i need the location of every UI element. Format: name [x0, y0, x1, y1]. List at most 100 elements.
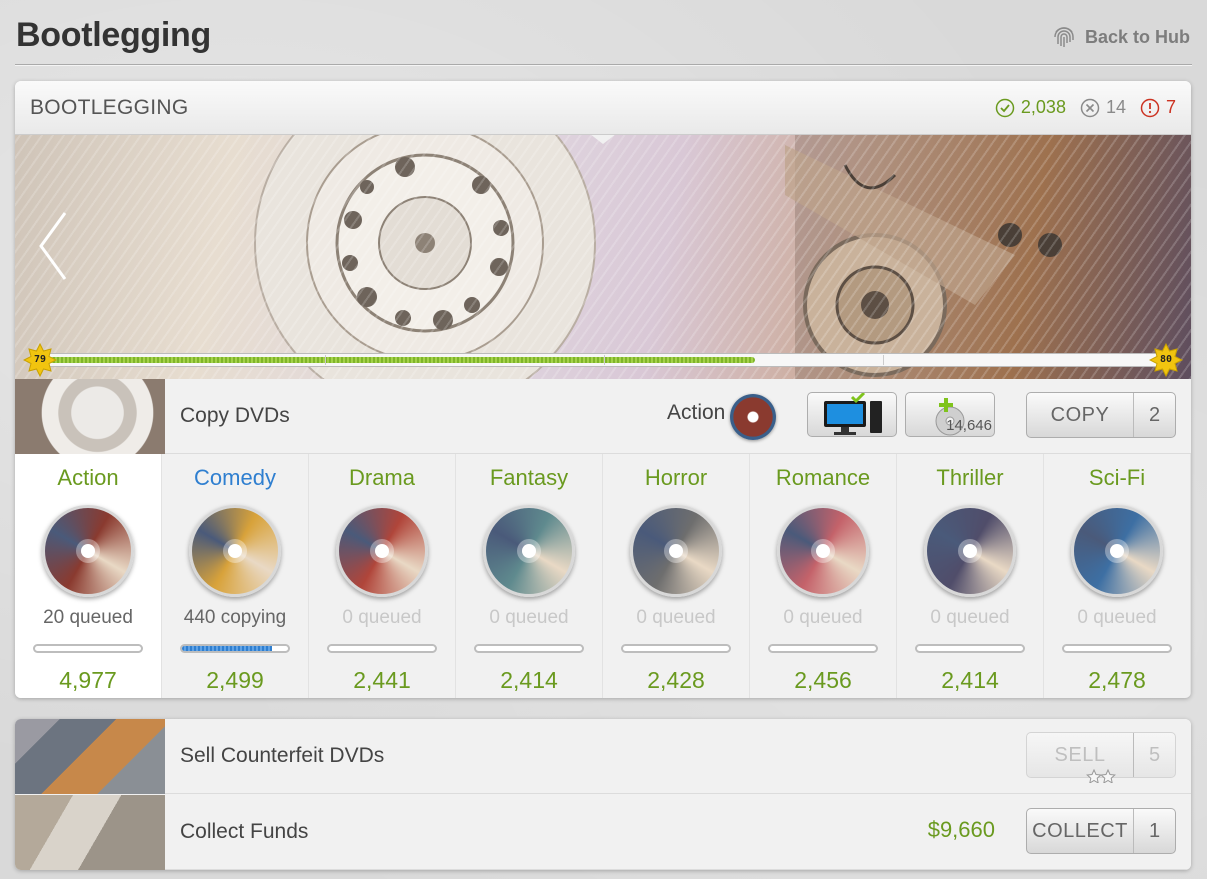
genre-progress-bar: [915, 644, 1025, 653]
copy-button-label: COPY: [1050, 403, 1110, 426]
level-progress-bar: [30, 353, 1176, 367]
genre-disc: [483, 505, 575, 597]
genre-count: 2,456: [794, 667, 852, 693]
genre-count: 2,414: [941, 667, 999, 693]
genre-fantasy[interactable]: Fantasy 0 queued 2,414: [456, 454, 603, 698]
stat-warnings: 7: [1140, 97, 1176, 118]
collect-funds-label: Collect Funds: [180, 820, 309, 843]
genre-status: 0 queued: [930, 607, 1010, 628]
genre-progress-bar: [33, 644, 143, 653]
stat-completed-value: 2,038: [1020, 97, 1066, 117]
genre-progress-bar: [768, 644, 878, 653]
genre-status: 0 queued: [342, 607, 422, 628]
genre-name: Romance: [775, 465, 871, 490]
back-to-hub-label: Back to Hub: [1084, 26, 1190, 47]
check-circle-icon: [995, 98, 1015, 117]
genre-name: Drama: [348, 465, 415, 490]
copy-dvds-label: Copy DVDs: [180, 404, 290, 427]
genre-count: 2,428: [647, 667, 705, 693]
sell-button-label: SELL: [1054, 743, 1106, 766]
genre-disc: [1071, 505, 1163, 597]
genre-progress-bar: [621, 644, 731, 653]
genre-progress-bar: [1062, 644, 1172, 653]
computer-icon: [824, 392, 882, 435]
genre-count: 2,499: [206, 667, 264, 693]
genre-comedy[interactable]: Comedy 440 copying 2,499: [162, 454, 309, 698]
sell-button[interactable]: SELL 5: [1026, 732, 1176, 783]
sell-panel: Sell Counterfeit DVDs SELL 5 Collect Fun…: [15, 719, 1191, 870]
copy-button[interactable]: COPY 2: [1026, 392, 1176, 438]
next-level-value: 80: [1159, 354, 1173, 365]
genre-name: Fantasy: [489, 465, 569, 490]
page-title: Bootlegging: [16, 16, 211, 54]
genre-list: Action 20 queued 4,977 Comedy 440 copying 2,4…: [15, 454, 1191, 698]
banner-stripes: [15, 135, 1191, 379]
stat-failed: 14: [1080, 97, 1126, 118]
genre-progress-fill: [182, 646, 273, 651]
back-to-hub-link[interactable]: Back to Hub: [1051, 24, 1190, 50]
progress-tick: [604, 355, 605, 365]
genre-progress-bar: [474, 644, 584, 653]
panel-title: BOOTLEGGING: [30, 95, 189, 119]
hard-drive-banner: 79 80: [15, 135, 1191, 379]
bootlegging-panel: BOOTLEGGING 2,038 14 7 79 80 Copy DVDs A…: [15, 81, 1191, 698]
alert-circle-icon: [1140, 98, 1160, 117]
blank-dvd-slot-button[interactable]: 14,646: [905, 392, 995, 437]
current-level-value: 79: [33, 354, 47, 365]
blank-dvd-count: 14,646: [946, 417, 992, 434]
collect-button-count: 1: [1133, 809, 1175, 853]
computer-slot-button[interactable]: [807, 392, 897, 437]
genre-disc: [189, 505, 281, 597]
genre-disc: [924, 505, 1016, 597]
stars-icon: [1086, 769, 1116, 783]
sell-dvds-row: Sell Counterfeit DVDs SELL 5: [15, 719, 1191, 794]
stat-completed: 2,038: [995, 97, 1066, 118]
collect-button-label: COLLECT: [1032, 819, 1128, 842]
genre-scifi[interactable]: Sci-Fi 0 queued 2,478: [1044, 454, 1191, 698]
prev-arrow-icon[interactable]: [37, 211, 69, 286]
genre-count: 2,441: [353, 667, 411, 693]
genre-name: Action: [57, 465, 119, 490]
genre-status: 440 copying: [183, 607, 287, 628]
stat-warnings-value: 7: [1165, 97, 1176, 117]
collect-funds-row: Collect Funds $9,660 COLLECT 1: [15, 794, 1191, 870]
current-level-badge: 79: [22, 342, 58, 378]
sell-dvds-thumbnail: [15, 719, 165, 794]
genre-status: 20 queued: [43, 607, 133, 628]
genre-disc: [42, 505, 134, 597]
collect-funds-thumbnail: [15, 794, 165, 870]
genre-name: Horror: [644, 465, 708, 490]
progress-tick: [325, 355, 326, 365]
collect-button[interactable]: COLLECT 1: [1026, 808, 1176, 854]
genre-status: 0 queued: [1077, 607, 1157, 628]
genre-status: 0 queued: [783, 607, 863, 628]
copy-dvds-row: Copy DVDs Action 14,646 COPY 2: [15, 378, 1191, 454]
banner-notch: [590, 135, 616, 144]
title-divider: [15, 64, 1192, 66]
fingerprint-icon: [1054, 27, 1074, 47]
genre-name: Comedy: [194, 465, 276, 490]
genre-progress-bar: [180, 644, 290, 653]
genre-count: 2,478: [1088, 667, 1146, 693]
genre-drama[interactable]: Drama 0 queued 2,441: [309, 454, 456, 698]
genre-status: 0 queued: [489, 607, 569, 628]
sell-dvds-label: Sell Counterfeit DVDs: [180, 744, 385, 767]
selected-genre-disc: [730, 394, 776, 440]
collect-funds-amount: $9,660: [927, 817, 995, 842]
genre-name: Sci-Fi: [1088, 465, 1146, 490]
sell-button-count: 5: [1133, 733, 1175, 777]
genre-status: 0 queued: [636, 607, 716, 628]
level-progress-fill: [49, 357, 755, 363]
selected-genre-label: Action: [667, 401, 726, 424]
x-circle-icon: [1080, 98, 1100, 117]
genre-thriller[interactable]: Thriller 0 queued 2,414: [897, 454, 1044, 698]
genre-romance[interactable]: Romance 0 queued 2,456: [750, 454, 897, 698]
genre-action[interactable]: Action 20 queued 4,977: [15, 454, 162, 698]
genre-horror[interactable]: Horror 0 queued 2,428: [603, 454, 750, 698]
progress-tick: [883, 355, 884, 365]
genre-name: Thriller: [936, 465, 1004, 490]
panel-header: BOOTLEGGING 2,038 14 7: [15, 81, 1191, 135]
genre-disc: [777, 505, 869, 597]
job-stats: 2,038 14 7: [995, 97, 1176, 118]
genre-progress-bar: [327, 644, 437, 653]
